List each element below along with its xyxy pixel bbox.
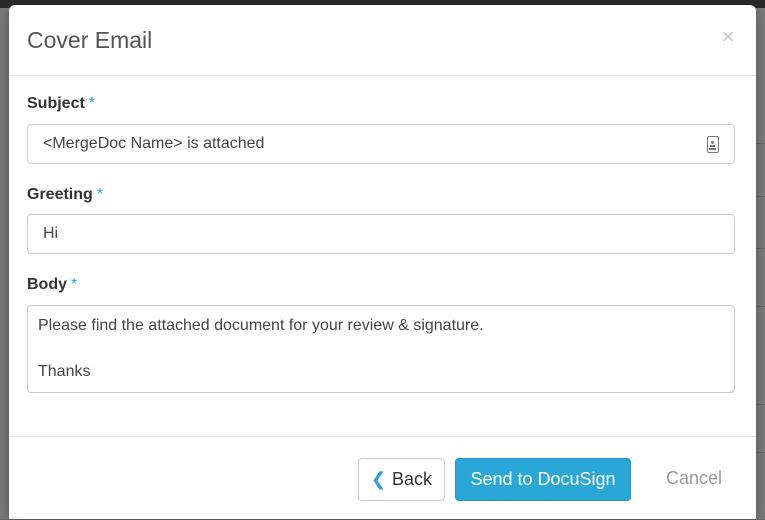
subject-label: Subject * — [27, 95, 95, 113]
body-line: Thanks — [38, 363, 91, 380]
send-to-docusign-button[interactable]: Send to DocuSign — [455, 458, 631, 501]
greeting-label: Greeting * — [27, 186, 103, 204]
merge-field-icon[interactable] — [707, 136, 719, 153]
cancel-button[interactable]: Cancel — [649, 458, 739, 501]
body-textarea[interactable]: Please find the attached document for yo… — [27, 305, 735, 393]
required-marker: * — [71, 276, 78, 293]
chevron-left-icon: ❮ — [370, 469, 387, 489]
back-button[interactable]: ❮ Back — [358, 458, 445, 501]
body-label-text: Body — [27, 276, 67, 293]
body-line: Please find the attached document for yo… — [38, 317, 484, 334]
subject-input[interactable]: <MergeDoc Name> is attached — [27, 124, 735, 164]
required-marker: * — [88, 95, 96, 112]
modal-header: Cover Email × — [9, 5, 756, 76]
back-button-label: Back — [392, 469, 433, 489]
modal-title: Cover Email — [27, 27, 153, 53]
close-button[interactable]: × — [718, 25, 738, 49]
greeting-input-value: Hi — [43, 225, 59, 242]
required-marker: * — [96, 186, 104, 203]
greeting-input[interactable]: Hi — [27, 214, 735, 254]
cover-email-modal: Cover Email × Subject * <MergeDoc Name> i… — [9, 5, 756, 519]
body-label: Body * — [27, 276, 77, 294]
modal-footer: ❮ Back Send to DocuSign Cancel — [9, 436, 756, 520]
subject-label-text: Subject — [27, 95, 85, 112]
subject-input-value: <MergeDoc Name> is attached — [43, 135, 265, 152]
greeting-label-text: Greeting — [27, 186, 93, 203]
